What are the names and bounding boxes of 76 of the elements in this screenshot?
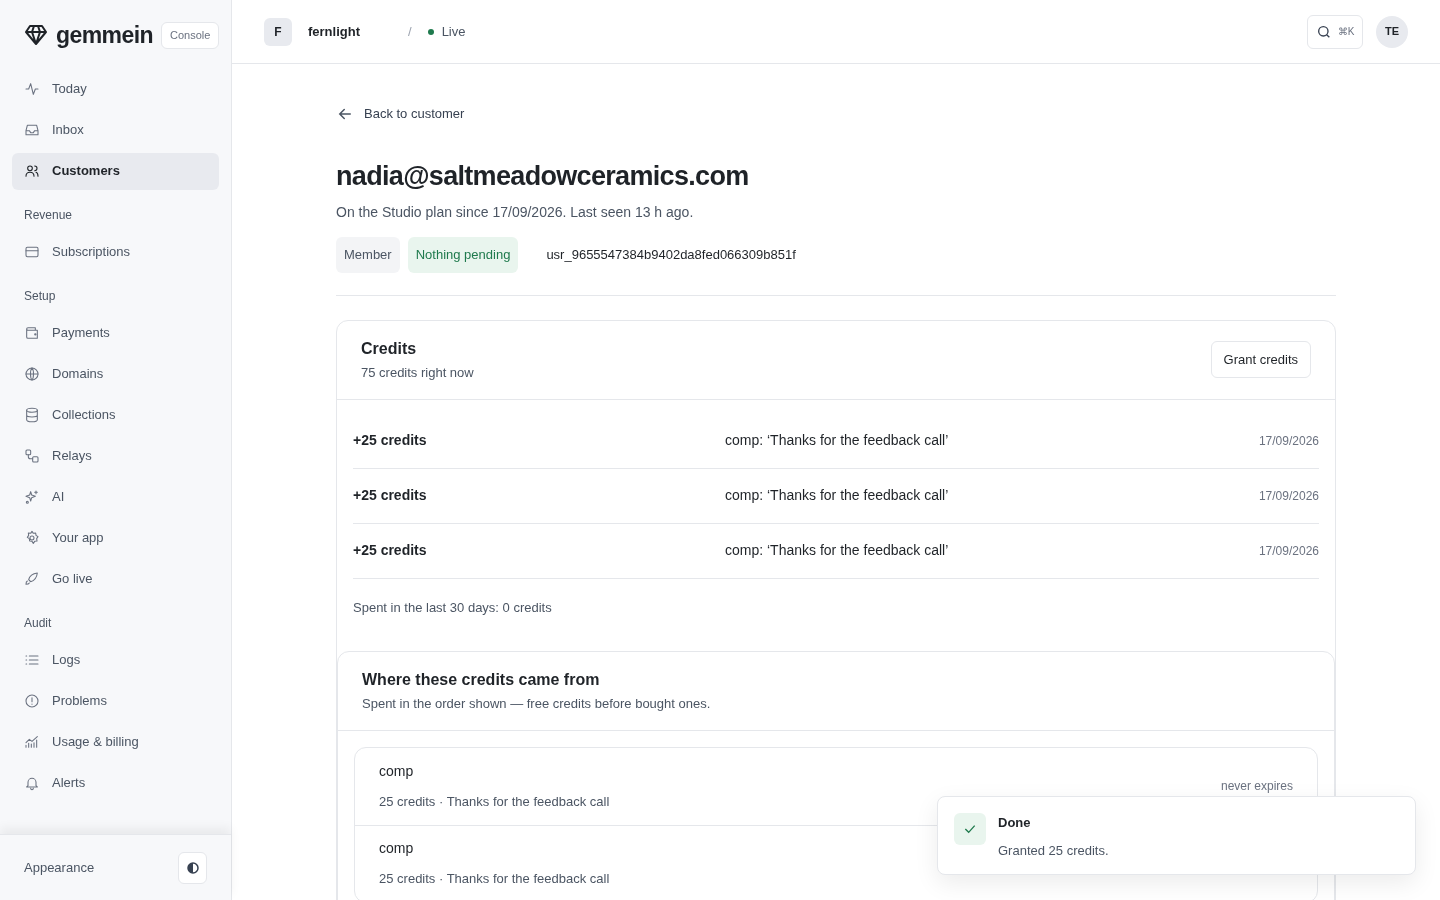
gem-logo-icon bbox=[24, 23, 48, 48]
database-icon bbox=[24, 407, 40, 423]
shortcut-hint: ⌘K bbox=[1337, 25, 1355, 39]
nav-item[interactable]: Usage & billing bbox=[12, 723, 219, 761]
console-tag: Console bbox=[160, 22, 220, 49]
nav-section-heading: Audit bbox=[23, 614, 53, 632]
source-detail: 25 credits · Thanks for the feedback call bbox=[379, 792, 610, 811]
source-name: comp bbox=[379, 761, 415, 781]
nav-item[interactable]: Go live bbox=[12, 560, 219, 598]
nav-item[interactable]: Subscriptions bbox=[12, 233, 219, 271]
expiry-label: never expires bbox=[1220, 778, 1293, 795]
credit-date: 17/09/2026 bbox=[1258, 487, 1319, 505]
customer-summary: On the Studio plan since 17/09/2026. Last seen 13 h ago. bbox=[336, 203, 695, 222]
rocket-icon bbox=[24, 571, 40, 587]
credit-note: comp: ‘Thanks for the feedback call’ bbox=[725, 486, 950, 505]
nav-item[interactable]: Your app bbox=[12, 519, 219, 557]
credit-date: 17/09/2026 bbox=[1258, 542, 1319, 560]
environment-label: Live bbox=[441, 22, 466, 41]
credit-amount: +25 credits bbox=[353, 541, 428, 560]
wallet-icon bbox=[24, 325, 40, 341]
breadcrumb-separator: / bbox=[408, 22, 412, 41]
search-button[interactable]: ⌘K bbox=[1307, 14, 1363, 49]
credit-amount: +25 credits bbox=[353, 431, 428, 450]
brand-name: gemmein bbox=[56, 21, 153, 50]
sparkle-icon bbox=[24, 489, 40, 505]
user-id: usr_9655547384b9402da8fed066309b851f bbox=[546, 246, 796, 265]
customer-email: nadia@saltmeadowceramics.com bbox=[336, 159, 750, 193]
nav-item[interactable]: Logs bbox=[12, 641, 219, 679]
nav-item[interactable]: Collections bbox=[12, 396, 219, 434]
theme-toggle-button[interactable] bbox=[178, 851, 207, 884]
bell-icon bbox=[24, 775, 40, 791]
card-title: Credits bbox=[361, 339, 418, 359]
settings-icon bbox=[24, 530, 40, 546]
credit-amount: +25 credits bbox=[353, 486, 428, 505]
user-avatar[interactable]: TE bbox=[1376, 15, 1408, 48]
nav-item[interactable]: Domains bbox=[12, 355, 219, 393]
spent-summary: Spent in the last 30 days: 0 credits bbox=[352, 598, 553, 617]
check-icon bbox=[954, 813, 986, 845]
nav-section-heading: Setup bbox=[23, 287, 57, 305]
nav-item[interactable]: Inbox bbox=[12, 111, 219, 149]
project-avatar: F bbox=[264, 17, 292, 46]
grant-credits-button[interactable]: Grant credits bbox=[1210, 341, 1311, 379]
toast-message: Granted 25 credits. bbox=[998, 841, 1109, 860]
nav-item[interactable]: Problems bbox=[12, 682, 219, 720]
nav-item[interactable]: Customers bbox=[12, 152, 219, 190]
toast-title: Done bbox=[998, 814, 1032, 832]
source-detail: 25 credits · Thanks for the feedback call bbox=[379, 870, 610, 889]
card-icon bbox=[24, 244, 40, 260]
chart-icon bbox=[24, 734, 40, 750]
credit-date: 17/09/2026 bbox=[1258, 432, 1319, 450]
nav-item[interactable]: Alerts bbox=[12, 764, 219, 802]
nav-item[interactable]: Relays bbox=[12, 437, 219, 475]
nav-item[interactable]: AI bbox=[12, 478, 219, 516]
credit-note: comp: ‘Thanks for the feedback call’ bbox=[725, 541, 950, 560]
globe-icon bbox=[24, 366, 40, 382]
nav-section-heading: Revenue bbox=[23, 206, 74, 224]
inbox-icon bbox=[24, 122, 40, 138]
status-tag: Member bbox=[336, 237, 400, 273]
nav-item[interactable]: Payments bbox=[12, 314, 219, 352]
activity-icon bbox=[24, 81, 40, 97]
credit-note: comp: ‘Thanks for the feedback call’ bbox=[725, 431, 950, 450]
status-tag: Nothing pending bbox=[407, 237, 519, 273]
contrast-icon bbox=[186, 861, 199, 874]
credit-balance: 75 credits right now bbox=[361, 364, 474, 382]
alert-icon bbox=[24, 693, 40, 709]
people-icon bbox=[24, 163, 40, 179]
search-icon bbox=[1315, 23, 1332, 40]
source-name: comp bbox=[379, 839, 415, 859]
section-subtitle: Spent in the order shown — free credits before bought ones. bbox=[362, 695, 712, 713]
project-name[interactable]: fernlight bbox=[308, 21, 408, 42]
section-title: Where these credits came from bbox=[362, 670, 601, 690]
back-link[interactable]: Back to customer bbox=[336, 104, 1336, 124]
nav-item[interactable]: Today bbox=[12, 70, 219, 108]
appearance-label: Appearance bbox=[24, 858, 95, 877]
list-icon bbox=[24, 652, 40, 668]
nodes-icon bbox=[24, 448, 40, 464]
